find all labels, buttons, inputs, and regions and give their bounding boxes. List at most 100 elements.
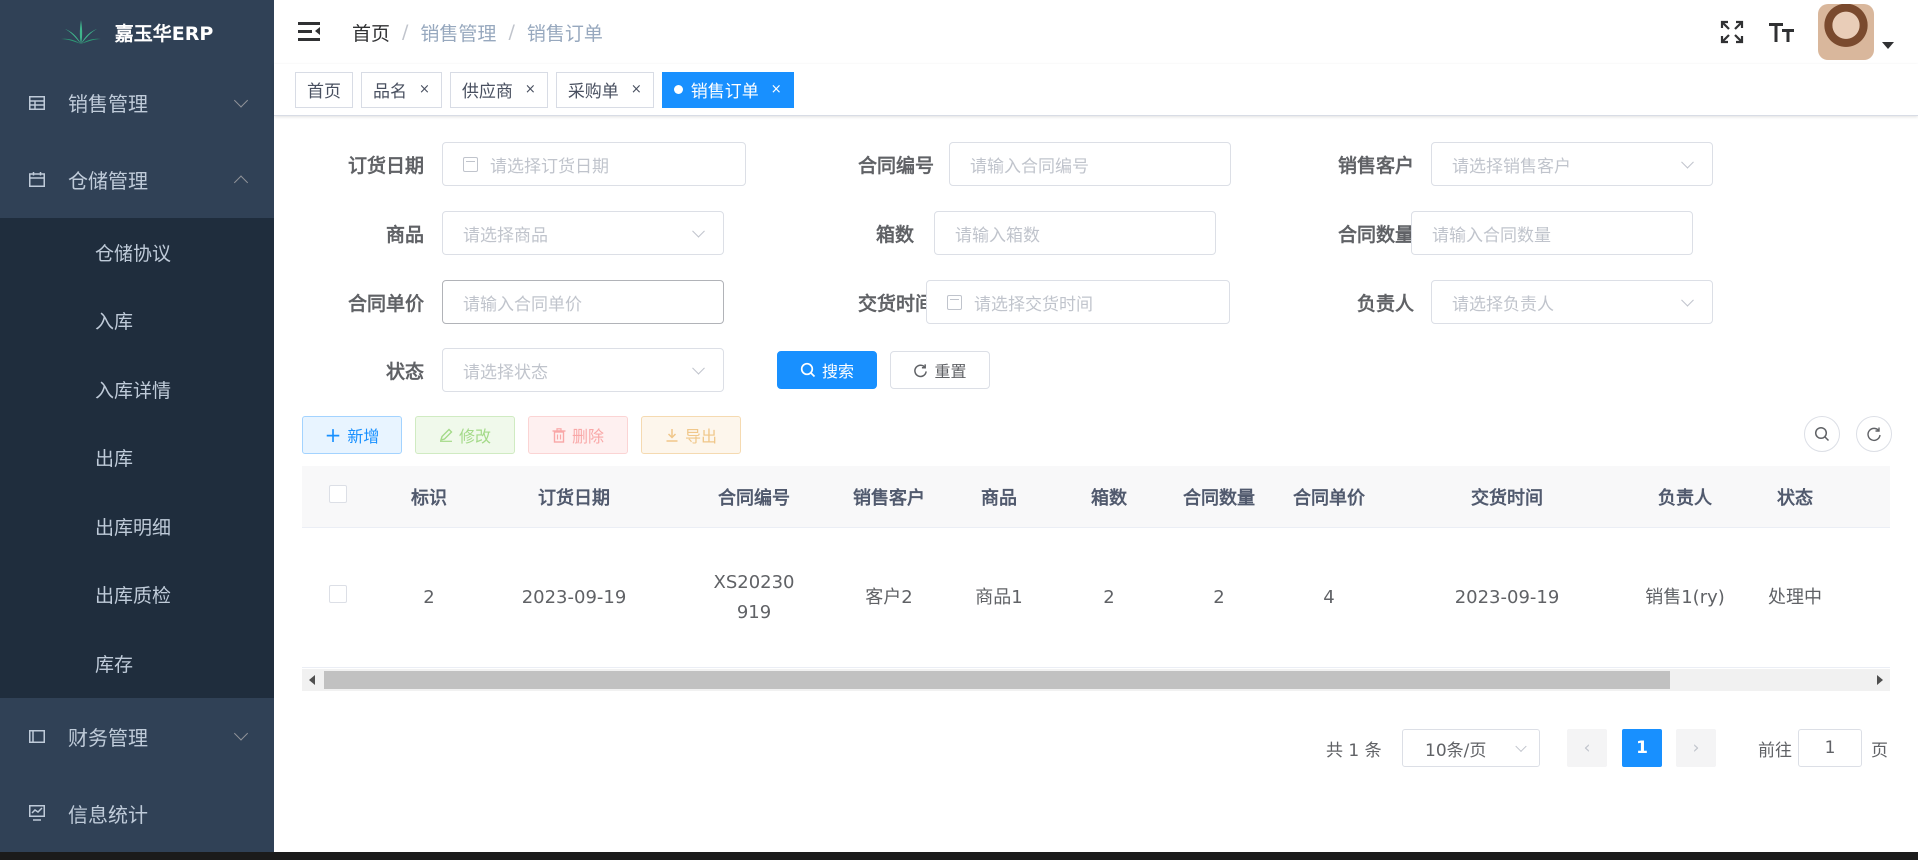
reset-button[interactable]: 重置 (890, 351, 990, 389)
page-size-box[interactable]: 10条/页 (1402, 729, 1540, 767)
breadcrumb-home[interactable]: 首页 (352, 19, 390, 46)
export-button[interactable]: 导出 (641, 416, 741, 454)
pagination: 共 1 条 10条/页 ‹ 1 › 前往 1 页 (274, 728, 1918, 768)
status-select[interactable]: 请选择状态 (442, 348, 724, 392)
cell-id: 2 (423, 586, 435, 608)
tags-view: 首页 品名 × 供应商 × 采购单 × 销售订单 × (274, 64, 1918, 116)
chevron-down-icon (692, 361, 705, 375)
tag-purchase-order[interactable]: 采购单 × (555, 71, 654, 108)
chevron-down-icon (233, 92, 249, 108)
submenu-item-inventory[interactable]: 库存 (0, 629, 274, 698)
form-item-product: 商品 请选择商品 (314, 211, 724, 255)
download-icon (666, 429, 678, 442)
caret-down-icon[interactable] (1882, 41, 1894, 49)
menu-finance[interactable]: 财务管理 (0, 698, 274, 775)
chart-icon (28, 804, 46, 822)
submenu-item-storage-agreement[interactable]: 仓储协议 (0, 218, 274, 287)
submenu-item-outbound[interactable]: 出库 (0, 424, 274, 493)
product-placeholder: 请选择商品 (463, 225, 548, 246)
page-1-button[interactable]: 1 (1622, 728, 1662, 768)
chevron-down-icon (1515, 740, 1527, 753)
contract-no-line1: XS20230 (713, 571, 795, 593)
scroll-left-arrow-icon[interactable] (309, 675, 315, 685)
scroll-right-arrow-icon[interactable] (1877, 675, 1883, 685)
tag-home[interactable]: 首页 (295, 71, 353, 108)
delete-button-label: 删除 (571, 427, 604, 446)
contract-no-input[interactable]: 请输入合同编号 (949, 142, 1231, 186)
delivery-time-picker[interactable]: 请选择交货时间 (926, 280, 1230, 324)
submenu-item-inbound-details[interactable]: 入库详情 (0, 355, 274, 424)
unit-price-input[interactable]: 请输入合同单价 (442, 280, 724, 324)
submenu-item-inbound[interactable]: 入库 (0, 287, 274, 356)
toggle-search-button[interactable] (1804, 416, 1840, 452)
fullscreen-icon[interactable] (1718, 18, 1746, 46)
horizontal-scrollbar[interactable] (302, 669, 1890, 691)
product-select[interactable]: 请选择商品 (442, 211, 724, 255)
boxes-input[interactable]: 请输入箱数 (934, 211, 1216, 255)
contract-qty-input[interactable]: 请输入合同数量 (1411, 211, 1693, 255)
tag-label: 采购单 (567, 82, 619, 102)
customer-select[interactable]: 请选择销售客户 (1431, 142, 1713, 186)
goto-page-input[interactable]: 1 (1798, 729, 1862, 767)
close-icon[interactable]: × (525, 82, 536, 97)
contract-qty-placeholder: 请输入合同数量 (1432, 225, 1551, 246)
menu-sales[interactable]: 销售管理 (0, 64, 274, 141)
submenu-item-outbound-details[interactable]: 出库明细 (0, 492, 274, 561)
close-icon[interactable]: × (771, 82, 782, 97)
owner-placeholder: 请选择负责人 (1452, 294, 1554, 315)
form-item-status: 状态 请选择状态 (314, 348, 724, 392)
data-table: 标识 订货日期 合同编号 销售客户 商品 箱数 合同数量 合同单价 交货时间 负… (302, 466, 1890, 668)
export-button-label: 导出 (684, 427, 717, 446)
close-icon[interactable]: × (419, 82, 430, 97)
scrollbar-thumb[interactable] (324, 671, 1670, 689)
chevron-left-icon: ‹ (1567, 729, 1607, 767)
logo-leaf-icon (60, 20, 101, 44)
chevron-down-icon (692, 224, 705, 238)
menu-sales-label: 销售管理 (68, 92, 148, 116)
column-header: 商品 (981, 487, 1017, 509)
page-size-value: 10条/页 (1425, 740, 1487, 761)
owner-select[interactable]: 请选择负责人 (1431, 280, 1713, 324)
chevron-down-icon (1681, 293, 1694, 307)
select-all-checkbox[interactable] (329, 485, 347, 503)
column-header: 订货日期 (538, 487, 610, 509)
next-page-button[interactable]: › (1676, 728, 1716, 768)
current-page-number: 1 (1622, 729, 1662, 767)
cell-order-date: 2023-09-19 (521, 586, 627, 608)
delete-button[interactable]: 删除 (528, 416, 628, 454)
hamburger-icon[interactable] (298, 22, 322, 42)
tag-product-name[interactable]: 品名 × (361, 71, 442, 108)
menu-statistics-label: 信息统计 (68, 802, 148, 827)
search-icon (800, 362, 816, 378)
row-checkbox[interactable] (329, 584, 347, 603)
logo[interactable]: 嘉玉华ERP (0, 0, 274, 64)
goto-page-input-wrap[interactable]: 1 (1798, 728, 1862, 768)
panel-icon (28, 727, 46, 745)
page-size-select[interactable]: 10条/页 (1402, 728, 1540, 768)
order-date-picker[interactable]: 请选择订货日期 (442, 142, 746, 186)
submenu-item-outbound-qc[interactable]: 出库质检 (0, 561, 274, 630)
menu-warehouse[interactable]: 仓储管理 (0, 141, 274, 218)
column-header: 合同数量 (1183, 487, 1255, 509)
window-bottom-bar (0, 852, 1918, 860)
refresh-icon (1867, 427, 1881, 441)
order-date-label: 订货日期 (347, 154, 424, 177)
prev-page-button[interactable]: ‹ (1567, 728, 1607, 768)
edit-button[interactable]: 修改 (415, 416, 515, 454)
refresh-table-button[interactable] (1856, 416, 1892, 452)
table-row[interactable]: 2 2023-09-19 XS20230 919 客户2 商品1 2 2 4 2… (302, 528, 1890, 668)
font-size-icon[interactable] (1768, 18, 1796, 46)
refresh-icon (914, 363, 928, 377)
form-item-contract-no: 合同编号 请输入合同编号 (834, 142, 1231, 186)
menu-statistics[interactable]: 信息统计 (0, 775, 274, 852)
cell-qty: 2 (1213, 586, 1225, 608)
search-button[interactable]: 搜索 (777, 351, 877, 389)
add-button[interactable]: + 新增 (302, 416, 402, 454)
avatar[interactable] (1818, 4, 1874, 60)
tag-supplier[interactable]: 供应商 × (449, 71, 548, 108)
right-menu (1718, 0, 1918, 64)
tag-sales-order[interactable]: 销售订单 × (661, 71, 794, 108)
column-header: 负责人 (1658, 487, 1712, 509)
close-icon[interactable]: × (631, 82, 642, 97)
edit-icon (439, 428, 453, 442)
